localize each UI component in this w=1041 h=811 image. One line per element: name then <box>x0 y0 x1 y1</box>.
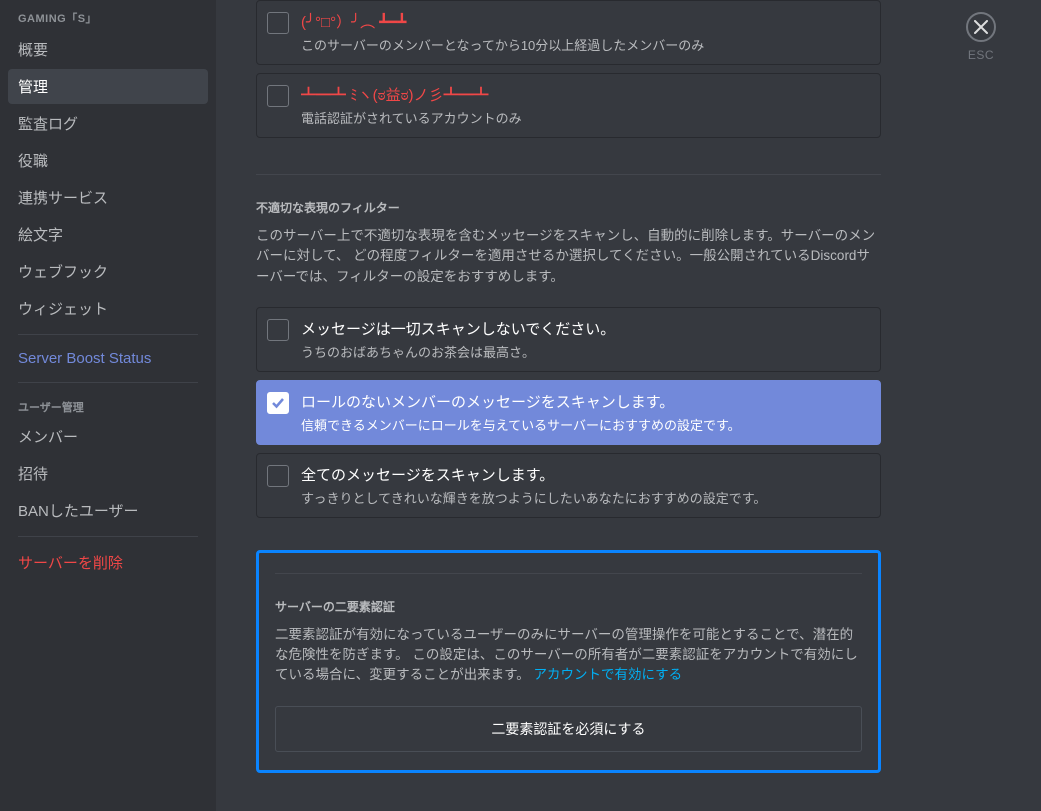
option-desc: 信頼できるメンバーにロールを与えているサーバーにおすすめの設定です。 <box>301 415 870 434</box>
option-desc: 電話認証がされているアカウントのみ <box>301 108 870 127</box>
option-title: メッセージは一切スキャンしないでください。 <box>301 318 870 339</box>
checkbox[interactable] <box>267 319 289 341</box>
checkbox[interactable] <box>267 12 289 34</box>
option-text: ┻━┻ ﾐヽ(ಠ益ಠ)ノ彡┻━┻ 電話認証がされているアカウントのみ <box>301 84 870 127</box>
option-title: ロールのないメンバーのメッセージをスキャンします。 <box>301 391 870 412</box>
checkbox[interactable] <box>267 85 289 107</box>
sidebar-item-emoji[interactable]: 絵文字 <box>8 217 208 252</box>
section-divider <box>256 174 881 175</box>
option-text: 全てのメッセージをスキャンします。すっきりとしてきれいな輝きを放つようにしたいあ… <box>301 464 870 507</box>
sidebar-item-moderation[interactable]: 管理 <box>8 69 208 104</box>
option-desc: このサーバーのメンバーとなってから10分以上経過したメンバーのみ <box>301 35 870 54</box>
close-label: ESC <box>968 48 994 62</box>
filter-option-all[interactable]: 全てのメッセージをスキャンします。すっきりとしてきれいな輝きを放つようにしたいあ… <box>256 453 881 518</box>
sidebar-item-roles[interactable]: 役職 <box>8 143 208 178</box>
sidebar-item-webhooks[interactable]: ウェブフック <box>8 254 208 289</box>
filter-section-desc: このサーバー上で不適切な表現を含むメッセージをスキャンし、自動的に削除します。サ… <box>256 226 881 287</box>
mfa-require-button[interactable]: 二要素認証を必須にする <box>275 706 862 752</box>
checkbox[interactable] <box>267 465 289 487</box>
filter-option-none[interactable]: メッセージは一切スキャンしないでください。うちのおばあちゃんのお茶会は最高さ。 <box>256 307 881 372</box>
sidebar-item-members[interactable]: メンバー <box>8 419 208 454</box>
checkbox[interactable] <box>267 392 289 414</box>
mfa-highlight-box: サーバーの二要素認証 二要素認証が有効になっているユーザーのみにサーバーの管理操… <box>256 550 881 773</box>
sidebar-user-header: ユーザー管理 <box>8 391 208 419</box>
mfa-section-title: サーバーの二要素認証 <box>275 598 862 615</box>
close-area: ESC <box>921 0 1041 811</box>
sidebar-item-widget[interactable]: ウィジェット <box>8 291 208 326</box>
close-icon <box>974 20 988 34</box>
settings-main-panel: (╯°□°）╯︵ ┻━┻ このサーバーのメンバーとなってから10分以上経過したメン… <box>216 0 921 811</box>
mfa-enable-link[interactable]: アカウントで有効にする <box>534 667 683 682</box>
sidebar-item-delete-server[interactable]: サーバーを削除 <box>8 545 208 580</box>
sidebar-divider <box>18 536 198 537</box>
close-button[interactable] <box>966 12 996 42</box>
section-divider <box>275 573 862 574</box>
sidebar-item-overview[interactable]: 概要 <box>8 32 208 67</box>
option-text: (╯°□°）╯︵ ┻━┻ このサーバーのメンバーとなってから10分以上経過したメン… <box>301 11 870 54</box>
option-title: (╯°□°）╯︵ ┻━┻ <box>301 11 870 32</box>
option-title: ┻━┻ ﾐヽ(ಠ益ಠ)ノ彡┻━┻ <box>301 84 870 105</box>
verification-option-10min[interactable]: (╯°□°）╯︵ ┻━┻ このサーバーのメンバーとなってから10分以上経過したメン… <box>256 0 881 65</box>
sidebar-item-audit-log[interactable]: 監査ログ <box>8 106 208 141</box>
sidebar-item-integrations[interactable]: 連携サービス <box>8 180 208 215</box>
option-title: 全てのメッセージをスキャンします。 <box>301 464 870 485</box>
mfa-section-desc: 二要素認証が有効になっているユーザーのみにサーバーの管理操作を可能とすることで、… <box>275 625 862 686</box>
checkmark-icon <box>271 396 285 410</box>
option-text: メッセージは一切スキャンしないでください。うちのおばあちゃんのお茶会は最高さ。 <box>301 318 870 361</box>
option-desc: すっきりとしてきれいな輝きを放つようにしたいあなたにおすすめの設定です。 <box>301 488 870 507</box>
filter-section-title: 不適切な表現のフィルター <box>256 199 881 216</box>
sidebar-divider <box>18 334 198 335</box>
filter-option-no-role[interactable]: ロールのないメンバーのメッセージをスキャンします。信頼できるメンバーにロールを与… <box>256 380 881 445</box>
option-text: ロールのないメンバーのメッセージをスキャンします。信頼できるメンバーにロールを与… <box>301 391 870 434</box>
sidebar-server-name: GAMING「S」 <box>8 0 208 32</box>
sidebar-item-boost[interactable]: Server Boost Status <box>8 343 208 374</box>
settings-sidebar: GAMING「S」 概要管理監査ログ役職連携サービス絵文字ウェブフックウィジェッ… <box>0 0 216 811</box>
sidebar-divider <box>18 382 198 383</box>
sidebar-item-bans[interactable]: BANしたユーザー <box>8 493 208 528</box>
sidebar-item-invites[interactable]: 招待 <box>8 456 208 491</box>
option-desc: うちのおばあちゃんのお茶会は最高さ。 <box>301 342 870 361</box>
verification-option-phone[interactable]: ┻━┻ ﾐヽ(ಠ益ಠ)ノ彡┻━┻ 電話認証がされているアカウントのみ <box>256 73 881 138</box>
